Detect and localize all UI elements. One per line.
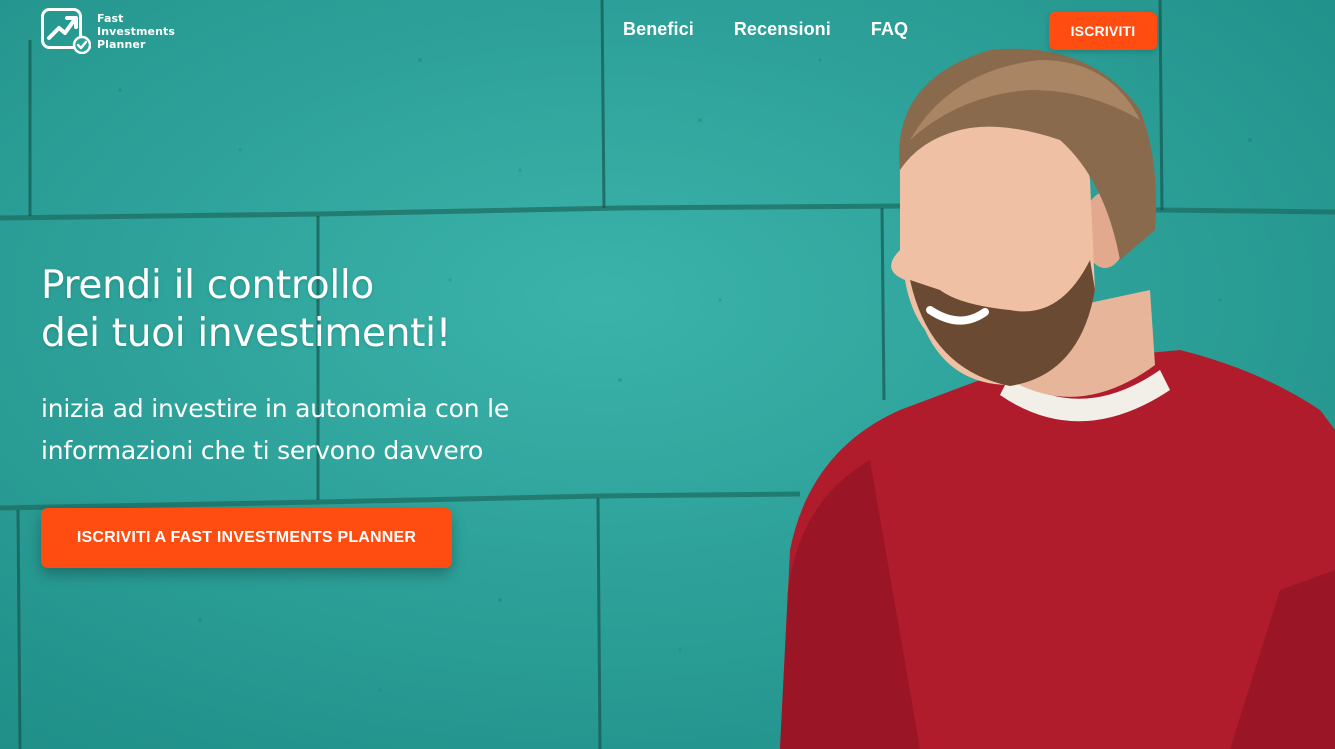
nav-link-benefici[interactable]: Benefici bbox=[623, 19, 694, 40]
brand-name-line: Planner bbox=[97, 37, 146, 51]
nav-link-faq[interactable]: FAQ bbox=[871, 19, 908, 40]
hero-subheadline-line: inizia ad investire in autonomia con le bbox=[41, 394, 510, 423]
signup-button[interactable]: ISCRIVITI bbox=[1049, 12, 1157, 50]
hero-subheadline-line: informazioni che ti servono davvero bbox=[41, 436, 484, 465]
brand-name: Fast Investments Planner bbox=[97, 12, 175, 51]
hero-subheadline: inizia ad investire in autonomia con le … bbox=[41, 388, 509, 472]
nav-link-recensioni[interactable]: Recensioni bbox=[734, 19, 831, 40]
hero-headline-line: dei tuoi investimenti! bbox=[41, 311, 452, 356]
hero-signup-button[interactable]: ISCRIVITI A FAST INVESTMENTS PLANNER bbox=[41, 508, 452, 568]
trending-up-check-icon bbox=[41, 8, 91, 54]
person-photo bbox=[780, 48, 1335, 749]
brand-name-line: Fast bbox=[97, 11, 124, 25]
hero-headline: Prendi il controllo dei tuoi investiment… bbox=[41, 262, 451, 358]
main-nav: Benefici Recensioni FAQ bbox=[623, 19, 908, 40]
hero-headline-line: Prendi il controllo bbox=[41, 263, 374, 308]
brand-name-line: Investments bbox=[97, 24, 176, 38]
brand-logo[interactable]: Fast Investments Planner bbox=[41, 8, 175, 54]
hero-section: Fast Investments Planner Benefici Recens… bbox=[0, 0, 1335, 749]
